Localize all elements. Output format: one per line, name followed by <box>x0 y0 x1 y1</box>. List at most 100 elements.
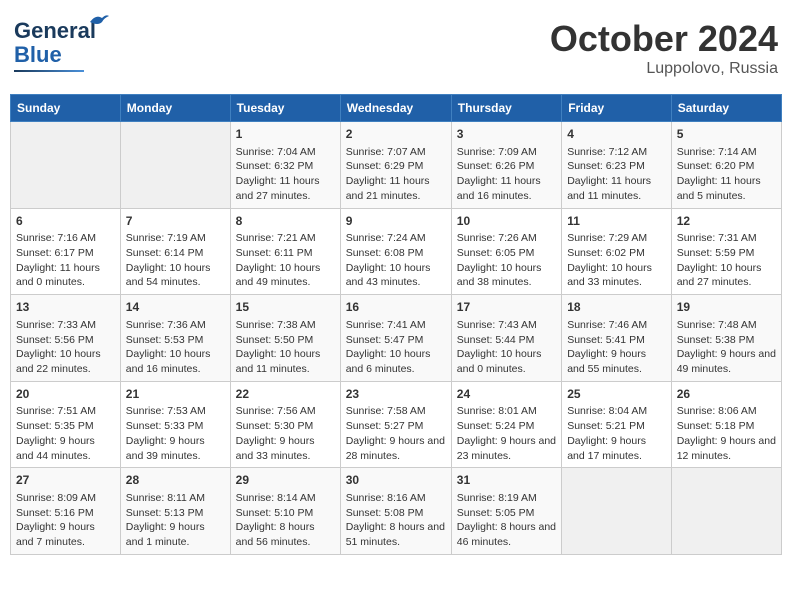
day-number: 10 <box>457 213 556 230</box>
day-number: 15 <box>236 299 335 316</box>
weekday-header-row: SundayMondayTuesdayWednesdayThursdayFrid… <box>11 95 782 122</box>
day-info: Sunset: 6:17 PM <box>16 246 115 261</box>
day-info: Daylight: 10 hours and 49 minutes. <box>236 261 335 290</box>
calendar-cell: 31Sunrise: 8:19 AMSunset: 5:05 PMDayligh… <box>451 468 561 555</box>
day-info: Daylight: 9 hours and 28 minutes. <box>346 434 446 463</box>
page-header: General Blue October 2024 Luppolovo, Rus… <box>10 10 782 86</box>
day-info: Sunrise: 8:14 AM <box>236 491 335 506</box>
calendar-cell: 24Sunrise: 8:01 AMSunset: 5:24 PMDayligh… <box>451 381 561 468</box>
day-info: Sunset: 5:38 PM <box>677 333 776 348</box>
day-info: Sunrise: 7:43 AM <box>457 318 556 333</box>
day-info: Sunset: 6:05 PM <box>457 246 556 261</box>
day-info: Daylight: 9 hours and 12 minutes. <box>677 434 776 463</box>
day-number: 11 <box>567 213 666 230</box>
day-info: Daylight: 10 hours and 43 minutes. <box>346 261 446 290</box>
day-info: Sunset: 5:05 PM <box>457 506 556 521</box>
day-info: Sunrise: 7:12 AM <box>567 145 666 160</box>
day-info: Sunrise: 7:09 AM <box>457 145 556 160</box>
day-info: Sunset: 5:08 PM <box>346 506 446 521</box>
day-info: Sunrise: 8:09 AM <box>16 491 115 506</box>
day-number: 23 <box>346 386 446 403</box>
day-number: 14 <box>126 299 225 316</box>
day-info: Sunrise: 8:06 AM <box>677 404 776 419</box>
calendar-cell: 18Sunrise: 7:46 AMSunset: 5:41 PMDayligh… <box>562 295 672 382</box>
day-info: Sunrise: 8:04 AM <box>567 404 666 419</box>
calendar-cell: 22Sunrise: 7:56 AMSunset: 5:30 PMDayligh… <box>230 381 340 468</box>
day-info: Daylight: 10 hours and 27 minutes. <box>677 261 776 290</box>
day-info: Sunrise: 7:26 AM <box>457 231 556 246</box>
day-info: Sunset: 6:08 PM <box>346 246 446 261</box>
weekday-header-wednesday: Wednesday <box>340 95 451 122</box>
day-info: Sunrise: 7:53 AM <box>126 404 225 419</box>
day-info: Daylight: 11 hours and 0 minutes. <box>16 261 115 290</box>
day-info: Sunrise: 7:16 AM <box>16 231 115 246</box>
calendar-cell: 20Sunrise: 7:51 AMSunset: 5:35 PMDayligh… <box>11 381 121 468</box>
day-info: Sunset: 6:11 PM <box>236 246 335 261</box>
calendar-cell: 19Sunrise: 7:48 AMSunset: 5:38 PMDayligh… <box>671 295 781 382</box>
calendar-week-1: 1Sunrise: 7:04 AMSunset: 6:32 PMDaylight… <box>11 122 782 209</box>
calendar-week-4: 20Sunrise: 7:51 AMSunset: 5:35 PMDayligh… <box>11 381 782 468</box>
day-info: Sunset: 6:02 PM <box>567 246 666 261</box>
calendar-cell: 30Sunrise: 8:16 AMSunset: 5:08 PMDayligh… <box>340 468 451 555</box>
logo-bird-icon <box>88 12 110 35</box>
day-info: Sunset: 6:23 PM <box>567 159 666 174</box>
day-info: Sunset: 5:59 PM <box>677 246 776 261</box>
calendar-cell: 14Sunrise: 7:36 AMSunset: 5:53 PMDayligh… <box>120 295 230 382</box>
day-info: Sunrise: 7:07 AM <box>346 145 446 160</box>
day-info: Sunrise: 7:58 AM <box>346 404 446 419</box>
day-number: 17 <box>457 299 556 316</box>
calendar-cell: 11Sunrise: 7:29 AMSunset: 6:02 PMDayligh… <box>562 208 672 295</box>
day-info: Sunset: 5:21 PM <box>567 419 666 434</box>
day-info: Sunrise: 8:19 AM <box>457 491 556 506</box>
day-info: Daylight: 9 hours and 23 minutes. <box>457 434 556 463</box>
day-info: Sunset: 5:47 PM <box>346 333 446 348</box>
day-info: Sunset: 5:30 PM <box>236 419 335 434</box>
day-number: 9 <box>346 213 446 230</box>
day-number: 27 <box>16 472 115 489</box>
calendar-cell: 13Sunrise: 7:33 AMSunset: 5:56 PMDayligh… <box>11 295 121 382</box>
calendar-cell: 12Sunrise: 7:31 AMSunset: 5:59 PMDayligh… <box>671 208 781 295</box>
calendar-cell: 4Sunrise: 7:12 AMSunset: 6:23 PMDaylight… <box>562 122 672 209</box>
day-info: Sunrise: 8:16 AM <box>346 491 446 506</box>
day-info: Sunset: 5:18 PM <box>677 419 776 434</box>
day-info: Daylight: 11 hours and 27 minutes. <box>236 174 335 203</box>
day-info: Daylight: 10 hours and 6 minutes. <box>346 347 446 376</box>
day-number: 8 <box>236 213 335 230</box>
day-number: 1 <box>236 126 335 143</box>
day-info: Sunset: 5:50 PM <box>236 333 335 348</box>
day-info: Sunset: 5:35 PM <box>16 419 115 434</box>
day-number: 16 <box>346 299 446 316</box>
day-info: Sunset: 6:32 PM <box>236 159 335 174</box>
day-info: Sunrise: 8:01 AM <box>457 404 556 419</box>
day-info: Daylight: 10 hours and 38 minutes. <box>457 261 556 290</box>
day-info: Sunset: 5:24 PM <box>457 419 556 434</box>
calendar-cell: 8Sunrise: 7:21 AMSunset: 6:11 PMDaylight… <box>230 208 340 295</box>
calendar-cell: 23Sunrise: 7:58 AMSunset: 5:27 PMDayligh… <box>340 381 451 468</box>
day-info: Sunset: 6:20 PM <box>677 159 776 174</box>
calendar-cell: 10Sunrise: 7:26 AMSunset: 6:05 PMDayligh… <box>451 208 561 295</box>
day-info: Sunrise: 7:41 AM <box>346 318 446 333</box>
day-number: 25 <box>567 386 666 403</box>
weekday-header-friday: Friday <box>562 95 672 122</box>
weekday-header-monday: Monday <box>120 95 230 122</box>
day-info: Sunset: 5:53 PM <box>126 333 225 348</box>
calendar-cell: 16 Sunrise: 7:41 AMSunset: 5:47 PMDayligh… <box>340 295 451 382</box>
day-number: 31 <box>457 472 556 489</box>
weekday-header-tuesday: Tuesday <box>230 95 340 122</box>
calendar-cell: 25Sunrise: 8:04 AMSunset: 5:21 PMDayligh… <box>562 381 672 468</box>
day-info: Daylight: 9 hours and 1 minute. <box>126 520 225 549</box>
calendar-cell: 9Sunrise: 7:24 AMSunset: 6:08 PMDaylight… <box>340 208 451 295</box>
day-number: 3 <box>457 126 556 143</box>
calendar-cell: 6Sunrise: 7:16 AMSunset: 6:17 PMDaylight… <box>11 208 121 295</box>
day-info: Sunset: 5:33 PM <box>126 419 225 434</box>
calendar-cell <box>120 122 230 209</box>
day-info: Daylight: 9 hours and 7 minutes. <box>16 520 115 549</box>
calendar-week-5: 27Sunrise: 8:09 AMSunset: 5:16 PMDayligh… <box>11 468 782 555</box>
calendar-cell <box>562 468 672 555</box>
day-number: 21 <box>126 386 225 403</box>
day-info: Sunrise: 7:46 AM <box>567 318 666 333</box>
day-number: 29 <box>236 472 335 489</box>
day-info: Sunset: 5:44 PM <box>457 333 556 348</box>
calendar-table: SundayMondayTuesdayWednesdayThursdayFrid… <box>10 94 782 555</box>
day-number: 28 <box>126 472 225 489</box>
